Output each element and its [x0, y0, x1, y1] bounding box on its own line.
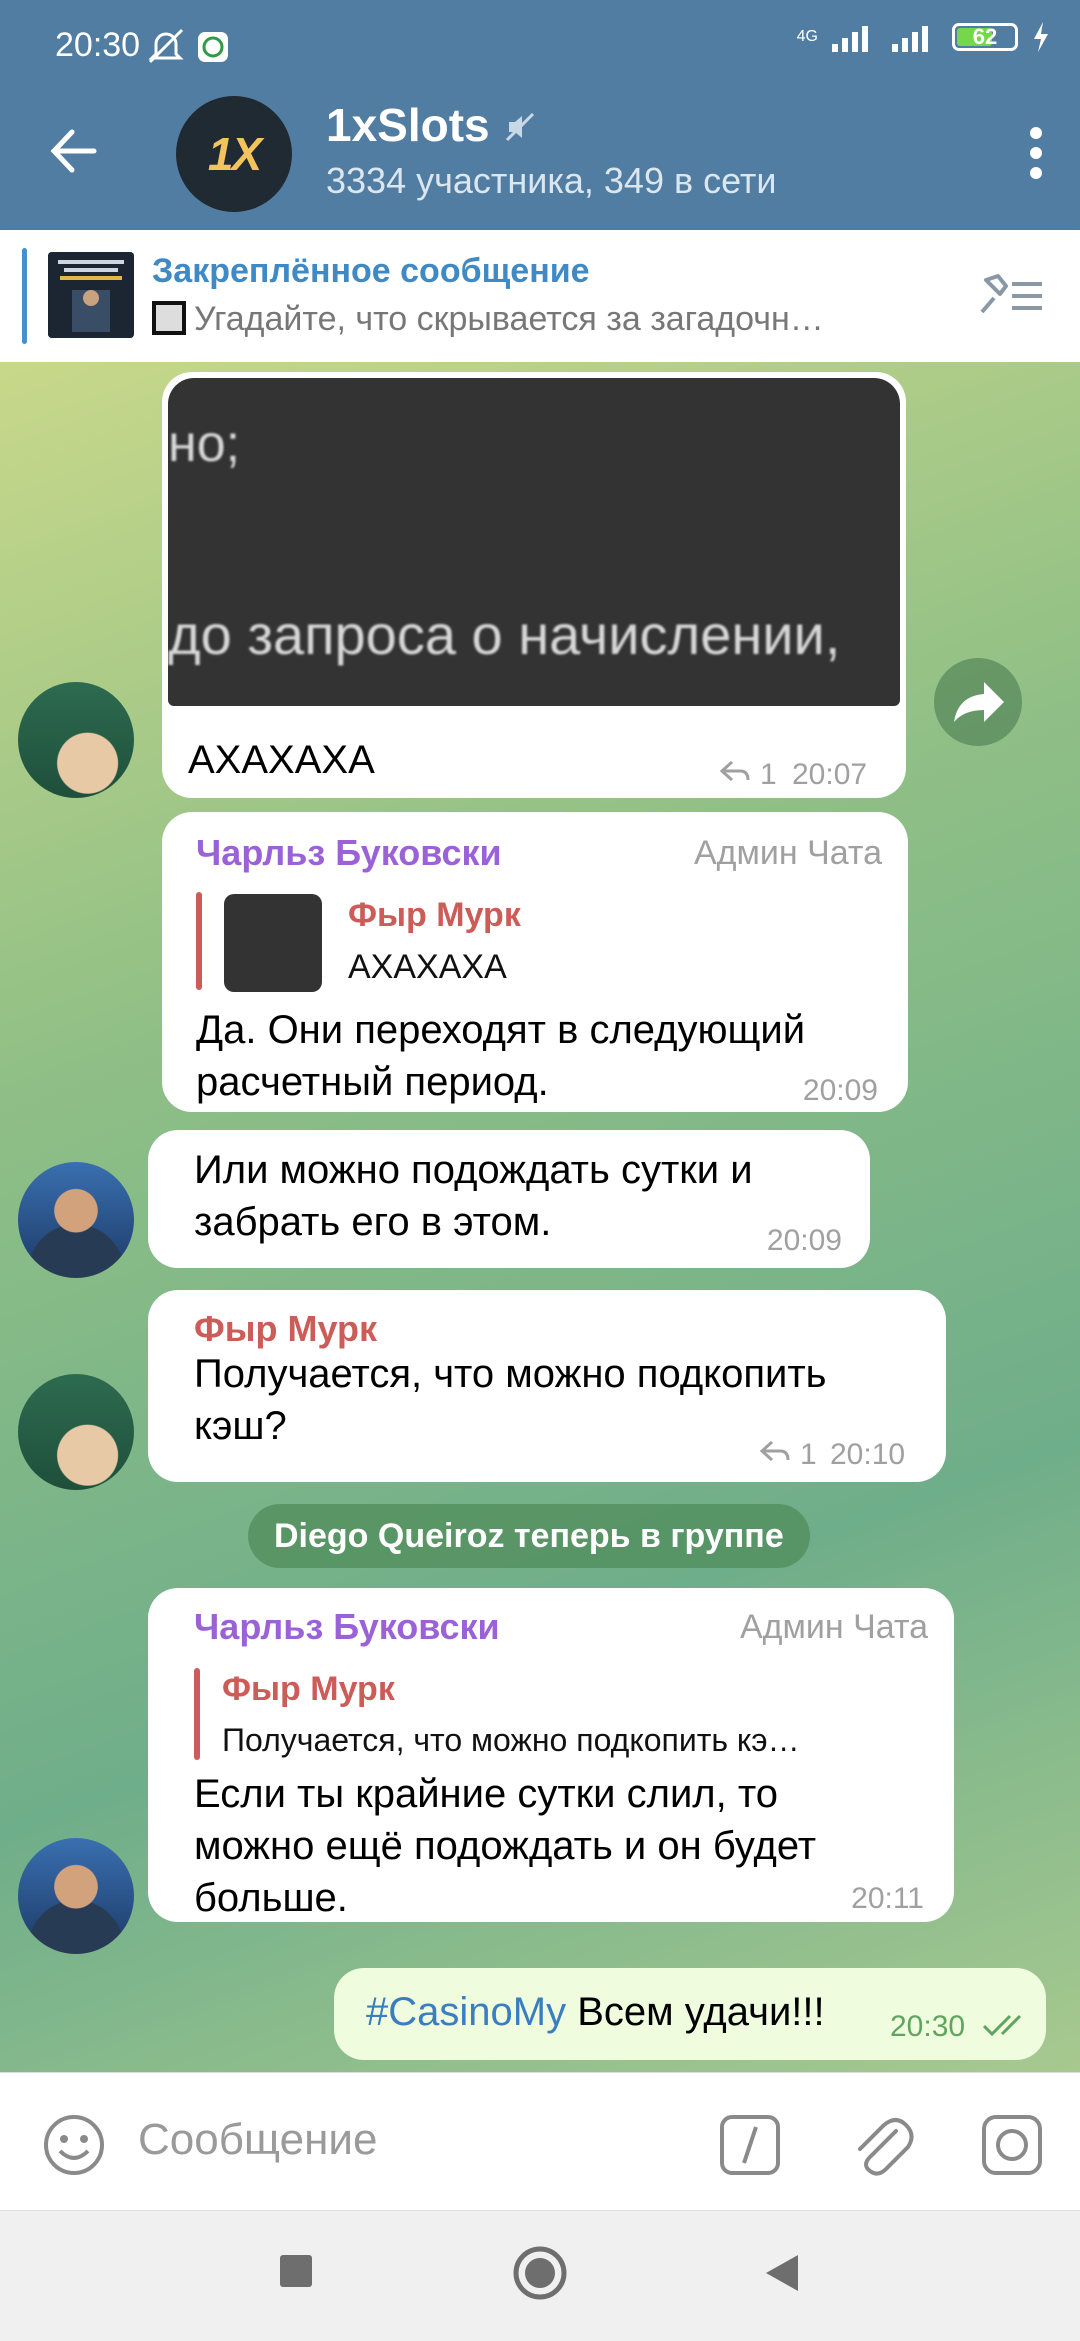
battery-icon: 62: [952, 23, 1018, 51]
back-nav-icon[interactable]: [762, 2251, 802, 2295]
forward-icon: [954, 682, 1004, 722]
message-text: #CasinoMy Всем удачи!!!: [366, 1990, 825, 2034]
signal-icon-2: [892, 26, 928, 52]
reply-text[interactable]: Получается, что можно подкопить кэ…: [222, 1722, 938, 1759]
avatar[interactable]: [18, 682, 134, 798]
sender-name[interactable]: Фыр Мурк: [194, 1308, 377, 1350]
chat-area[interactable]: но; до запроса о начислении, АХАХАХА 1 2…: [0, 362, 1080, 2072]
signal-icon: [832, 26, 868, 52]
reply-sender[interactable]: Фыр Мурк: [222, 1670, 395, 1709]
reply-count: 1: [800, 1438, 817, 1471]
message-bubble[interactable]: Чарльз Буковски Админ Чата Фыр Мурк АХАХ…: [162, 812, 908, 1112]
forward-button[interactable]: [934, 658, 1022, 746]
attach-icon[interactable]: [850, 2111, 914, 2179]
status-bar: 20:30 4G 62: [0, 0, 1080, 90]
message-time: 20:09: [766, 1224, 842, 1257]
checkbox-emoji-icon: [152, 301, 186, 335]
message-time: 20:10: [830, 1438, 906, 1471]
message-composer: Сообщение: [0, 2072, 1080, 2211]
pinned-title: Закреплённое сообщение: [152, 252, 590, 290]
message-text: Или можно подождать сутки и забрать его в…: [194, 1148, 753, 1244]
avatar[interactable]: [18, 1162, 134, 1278]
reply-text[interactable]: АХАХАХА: [348, 948, 848, 987]
channel-title[interactable]: 1xSlots: [326, 98, 490, 152]
message-text: АХАХАХА: [188, 738, 375, 782]
reply-indicator: [194, 1668, 200, 1760]
camera-video-message-icon[interactable]: [980, 2113, 1044, 2177]
notification-muted-icon: [148, 28, 228, 64]
reply-count: 1: [760, 758, 777, 791]
system-navigation-bar: [0, 2210, 1080, 2341]
channel-subtitle: 3334 участника, 349 в сети: [326, 160, 777, 201]
message-time: 20:11: [851, 1882, 924, 1915]
charging-icon: [1034, 22, 1048, 52]
message-time: 20:07: [792, 758, 868, 791]
sender-name[interactable]: Чарльз Буковски: [194, 1606, 500, 1648]
sender-role: Админ Чата: [739, 1608, 928, 1646]
chat-header: 20:30 4G 62 1X 1xSlots 3334 участника, 3…: [0, 0, 1080, 230]
message-bubble[interactable]: но; до запроса о начислении, АХАХАХА 1 2…: [162, 372, 906, 798]
hashtag-link[interactable]: #CasinoMy: [366, 1990, 566, 2034]
reply-thumbnail: [224, 894, 322, 992]
pin-list-icon[interactable]: [976, 268, 1046, 322]
status-time: 20:30: [55, 26, 141, 64]
reply-arrow-icon: [720, 760, 750, 782]
sender-role: Админ Чата: [693, 834, 882, 872]
home-icon[interactable]: [512, 2245, 568, 2301]
pinned-indicator: [22, 248, 27, 344]
message-input[interactable]: Сообщение: [138, 2115, 377, 2165]
sender-name[interactable]: Чарльз Буковски: [196, 832, 502, 874]
status-left-icons: [148, 24, 238, 73]
message-bubble[interactable]: Или можно подождать сутки и забрать его в…: [148, 1130, 870, 1268]
network-label: 4G: [796, 28, 818, 45]
reply-indicator: [196, 892, 202, 990]
message-text: Получается, что можно подкопить кэш?: [194, 1352, 827, 1448]
message-time: 20:09: [802, 1074, 878, 1107]
reply-sender[interactable]: Фыр Мурк: [348, 896, 521, 935]
bot-commands-icon[interactable]: [718, 2113, 782, 2177]
recents-icon[interactable]: [278, 2253, 314, 2289]
pinned-message-bar[interactable]: Закреплённое сообщение Угадайте, что скр…: [0, 230, 1080, 362]
read-checkmarks-icon: [982, 2014, 1022, 2037]
emoji-icon[interactable]: [42, 2113, 106, 2177]
message-bubble[interactable]: Чарльз Буковски Админ Чата Фыр Мурк Полу…: [148, 1588, 954, 1922]
avatar[interactable]: [18, 1374, 134, 1490]
reply-arrow-icon: [760, 1440, 790, 1462]
muted-speaker-icon: [505, 112, 535, 142]
outgoing-message-bubble[interactable]: #CasinoMy Всем удачи!!! 20:30: [334, 1968, 1046, 2060]
message-time: 20:30: [890, 2010, 966, 2043]
message-text: Да. Они переходят в следующий расчетный п…: [196, 1008, 806, 1104]
pinned-thumbnail: [48, 252, 134, 338]
pinned-text: Угадайте, что скрывается за загадочн…: [152, 300, 942, 339]
avatar[interactable]: [18, 1838, 134, 1954]
message-bubble[interactable]: Фыр Мурк Получается, что можно подкопить…: [148, 1290, 946, 1482]
channel-avatar[interactable]: 1X: [176, 96, 292, 212]
status-right-icons: 4G 62: [797, 22, 1050, 52]
message-text: Если ты крайние сутки слил, то можно ещё …: [194, 1772, 817, 1920]
service-message: Diego Queiroz теперь в группе: [248, 1504, 810, 1568]
message-image[interactable]: но; до запроса о начислении,: [168, 378, 900, 706]
more-menu-icon[interactable]: [1028, 126, 1044, 180]
back-arrow-icon[interactable]: [48, 126, 98, 176]
